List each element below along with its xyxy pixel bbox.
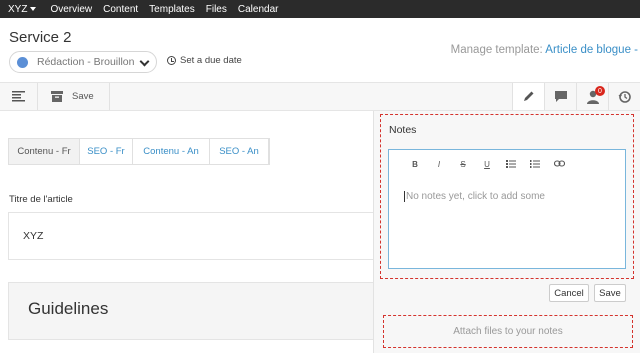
editor-format-toolbar: B I S U — [403, 160, 571, 170]
notification-badge: 0 — [595, 86, 605, 96]
notes-panel: Notes B I S U No notes yet, click to add… — [373, 111, 640, 353]
tab-seo-fr[interactable]: SEO - Fr — [80, 139, 133, 164]
cancel-button[interactable]: Cancel — [549, 284, 589, 302]
notes-placeholder: No notes yet, click to add some — [404, 191, 545, 202]
field-label: Titre de l'article — [9, 194, 73, 205]
nav-files[interactable]: Files — [206, 4, 227, 15]
org-switcher[interactable]: XYZ — [8, 3, 37, 15]
notes-editor[interactable]: B I S U No notes yet, click to add some — [388, 149, 626, 269]
nav-content[interactable]: Content — [103, 4, 138, 15]
comments-button[interactable] — [544, 83, 576, 110]
outline-icon — [12, 91, 25, 102]
bullet-list-button[interactable] — [499, 160, 523, 170]
set-due-date-link[interactable]: Set a due date — [167, 55, 242, 66]
attach-files-dropzone[interactable]: Attach files to your notes — [383, 315, 633, 348]
nav-overview[interactable]: Overview — [50, 4, 92, 15]
pencil-icon — [524, 91, 534, 101]
tab-seo-an[interactable]: SEO - An — [210, 139, 269, 164]
status-label: Rédaction - Brouillon — [37, 56, 135, 68]
collaborators-button[interactable]: 0 — [576, 83, 608, 110]
status-dot — [17, 56, 28, 68]
outline-button[interactable] — [0, 83, 38, 110]
numbered-list-icon — [530, 160, 540, 168]
nav-calendar[interactable]: Calendar — [238, 4, 279, 15]
notes-title: Notes — [389, 124, 417, 136]
archive-icon — [51, 91, 63, 102]
clock-icon — [167, 56, 176, 65]
manage-template-label: Manage template: — [450, 44, 543, 56]
notes-save-button[interactable]: Save — [594, 284, 626, 302]
tab-contenu-an[interactable]: Contenu - An — [133, 139, 210, 164]
guidelines-section: Guidelines — [8, 282, 374, 340]
numbered-list-button[interactable] — [523, 160, 547, 170]
org-name: XYZ — [8, 3, 28, 15]
notes-tool-button[interactable] — [512, 83, 544, 110]
caret-down-icon — [30, 7, 37, 11]
bold-button[interactable]: B — [403, 160, 427, 170]
nav-templates[interactable]: Templates — [149, 4, 195, 15]
notes-box: Notes B I S U No notes yet, click to add… — [380, 114, 634, 279]
underline-button[interactable]: U — [475, 160, 499, 170]
link-button[interactable] — [547, 160, 571, 170]
history-button[interactable] — [608, 83, 640, 110]
save-label: Save — [72, 91, 94, 102]
italic-button[interactable]: I — [427, 160, 451, 170]
comment-icon — [554, 91, 567, 102]
link-icon — [553, 160, 565, 167]
status-dropdown[interactable]: Rédaction - Brouillon — [9, 51, 157, 73]
language-tabs: Contenu - Fr SEO - Fr Contenu - An SEO -… — [8, 138, 270, 165]
top-navbar: XYZ Overview Content Templates Files Cal… — [0, 0, 640, 18]
template-link[interactable]: Article de blogue - — [545, 44, 638, 56]
page-title: Service 2 — [9, 29, 72, 46]
tab-contenu-fr[interactable]: Contenu - Fr — [9, 139, 80, 164]
editor-toolbar: Save 0 — [0, 82, 640, 111]
chevron-down-icon — [139, 56, 150, 67]
bullet-list-icon — [506, 160, 516, 168]
history-icon — [618, 90, 631, 103]
strikethrough-button[interactable]: S — [451, 160, 475, 170]
due-date-label: Set a due date — [180, 55, 242, 66]
save-button[interactable]: Save — [38, 83, 110, 110]
article-title-field[interactable]: XYZ — [8, 212, 374, 260]
manage-template: Manage template: Article de blogue - — [451, 44, 638, 56]
